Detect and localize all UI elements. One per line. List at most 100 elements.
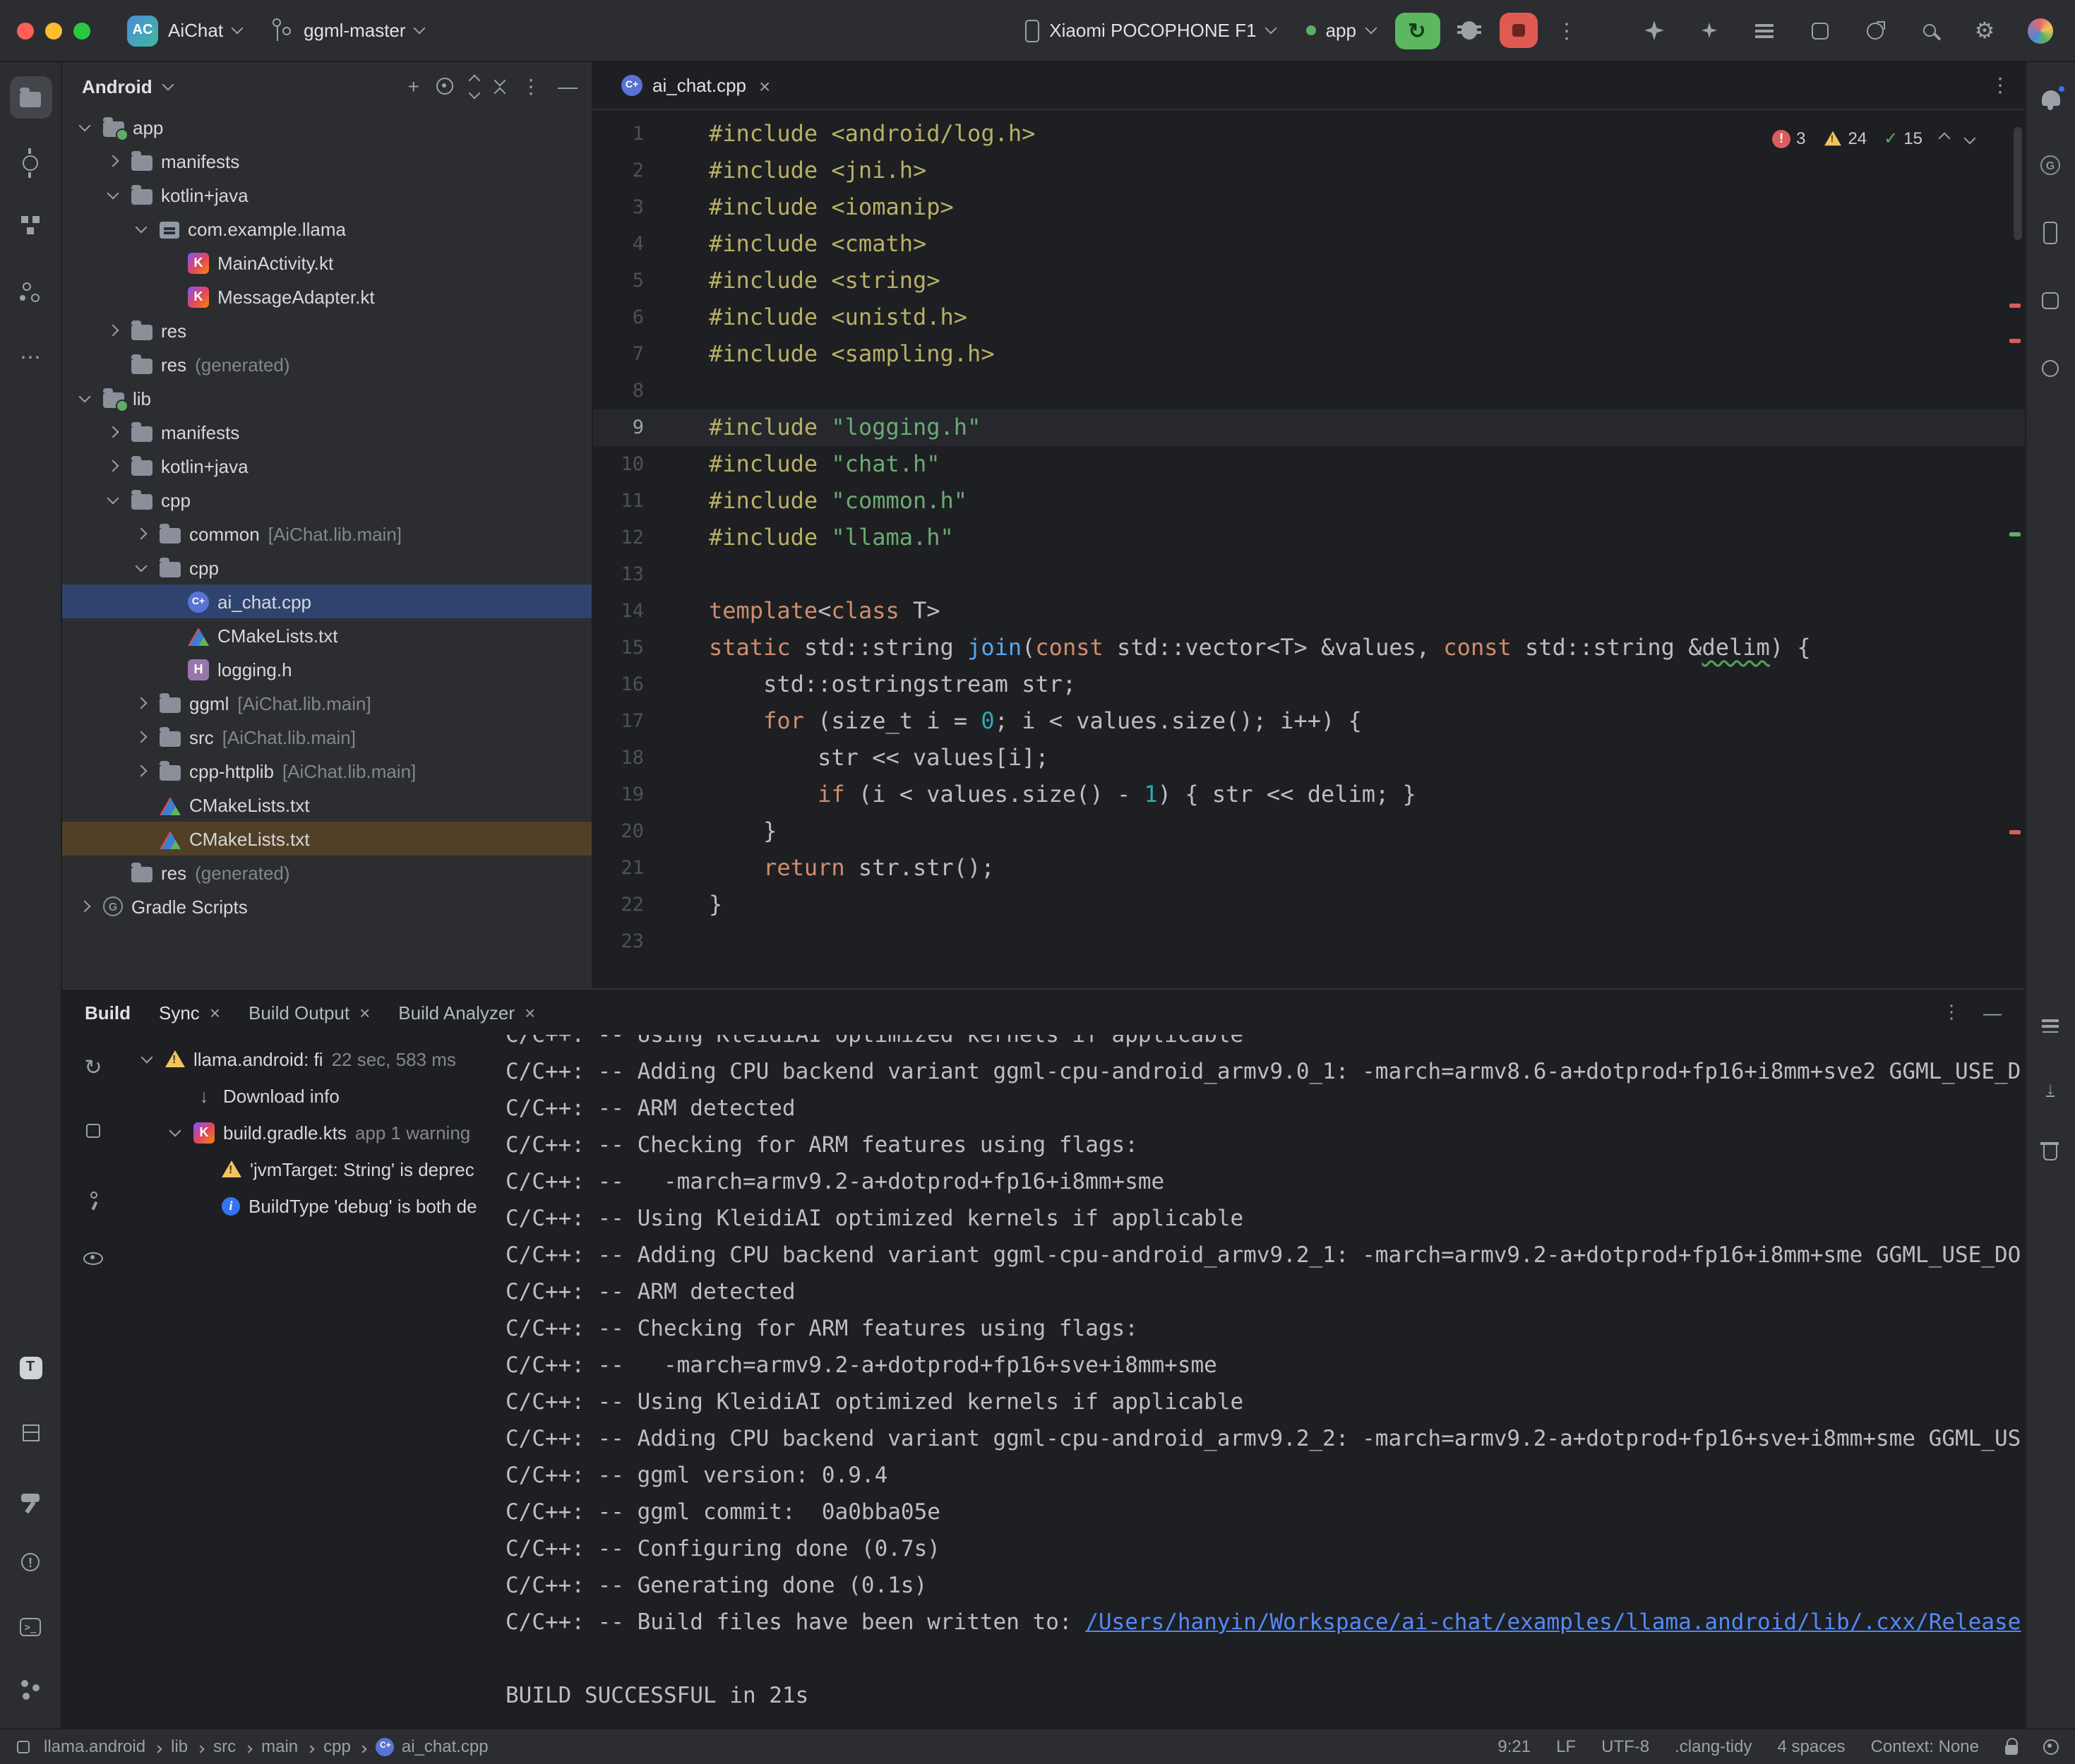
code-line[interactable]: 17 for (size_t i = 0; i < values.size();… xyxy=(593,703,2024,740)
breadcrumb-item[interactable]: src xyxy=(213,1736,236,1756)
project-tree-row[interactable]: CMakeLists.txt xyxy=(62,788,592,822)
maximize-window-button[interactable] xyxy=(73,22,90,39)
project-tree-row[interactable]: cpp-httplib[AiChat.lib.main] xyxy=(62,754,592,788)
chevron-down-icon[interactable] xyxy=(102,193,123,197)
soft-wrap-button[interactable] xyxy=(2029,1005,2071,1048)
breadcrumb-item[interactable]: cpp xyxy=(323,1736,351,1756)
code-line[interactable]: 22} xyxy=(593,887,2024,923)
project-tree-row[interactable]: cpp xyxy=(62,551,592,584)
project-tree-row[interactable]: manifests xyxy=(62,415,592,449)
code-line[interactable]: 23 xyxy=(593,923,2024,960)
run-configuration-selector[interactable]: app xyxy=(1295,14,1386,47)
todo-list-button[interactable] xyxy=(1746,12,1783,49)
settings-button[interactable]: ⚙ xyxy=(1966,12,2003,49)
build-tab-sync[interactable]: Sync× xyxy=(159,1002,220,1023)
search-everywhere-button[interactable] xyxy=(1911,12,1948,49)
editor-tab[interactable]: C+ ai_chat.cpp × xyxy=(607,62,784,109)
build-tree-row[interactable]: Kbuild.gradle.ktsapp 1 warning xyxy=(124,1114,497,1151)
warning-count[interactable]: 24 xyxy=(1822,120,1867,157)
breadcrumb-item[interactable]: llama.android xyxy=(17,1736,145,1756)
chevron-right-icon[interactable] xyxy=(102,462,123,470)
project-tree-row[interactable]: src[AiChat.lib.main] xyxy=(62,720,592,754)
pull-requests-tool-button[interactable] xyxy=(9,271,52,313)
rerun-sync-button[interactable]: ↻ xyxy=(72,1046,114,1088)
build-tab-build-output[interactable]: Build Output× xyxy=(249,1002,370,1023)
status-item[interactable]: 9:21 xyxy=(1497,1736,1531,1756)
error-mark[interactable] xyxy=(2009,338,2020,342)
project-tree-row[interactable]: res(generated) xyxy=(62,347,592,381)
minimize-window-button[interactable] xyxy=(45,22,62,39)
ai-actions-button[interactable] xyxy=(1636,12,1673,49)
project-tree-row[interactable]: KMainActivity.kt xyxy=(62,246,592,280)
terminal-tool-button[interactable]: >_ xyxy=(9,1606,52,1648)
status-item[interactable]: Context: None xyxy=(1871,1736,1979,1756)
stop-button[interactable] xyxy=(1499,13,1537,48)
project-tree-row[interactable]: kotlin+java xyxy=(62,178,592,212)
app-inspection-tool-button[interactable] xyxy=(9,1411,52,1453)
console-link[interactable]: /Users/hanyin/Workspace/ai-chat/examples… xyxy=(1085,1609,2021,1635)
chevron-down-icon[interactable] xyxy=(136,1057,157,1061)
device-selector[interactable]: Xiaomi POCOPHONE F1 xyxy=(1014,13,1286,47)
scrollbar-thumb[interactable] xyxy=(2013,127,2021,240)
chevron-down-icon[interactable] xyxy=(164,1130,185,1134)
notifications-button[interactable] xyxy=(2029,76,2071,119)
project-tree-row[interactable]: cpp xyxy=(62,483,592,517)
collapse-all-button[interactable] xyxy=(496,76,504,97)
project-tree-row[interactable]: kotlin+java xyxy=(62,449,592,483)
code-line[interactable]: 6#include <unistd.h> xyxy=(593,299,2024,336)
code-line[interactable]: 13 xyxy=(593,556,2024,593)
error-stripe[interactable] xyxy=(2004,110,2024,988)
project-tree-row[interactable]: lib xyxy=(62,381,592,415)
code-line[interactable]: 9#include "logging.h" xyxy=(593,409,2024,446)
build-tab-build-analyzer[interactable]: Build Analyzer× xyxy=(398,1002,535,1023)
more-tools-button[interactable]: ⋯ xyxy=(9,336,52,378)
ai-assistant-button[interactable] xyxy=(1691,12,1728,49)
device-manager-tool-button[interactable] xyxy=(2029,212,2071,254)
error-mark[interactable] xyxy=(2009,304,2020,308)
inspections-widget[interactable]: !3 24 ✓15 xyxy=(1764,117,1982,160)
close-icon[interactable]: × xyxy=(210,1002,220,1023)
profile-button[interactable] xyxy=(2021,12,2058,49)
code-editor[interactable]: 1#include <android/log.h>2#include <jni.… xyxy=(593,110,2024,988)
chevron-down-icon[interactable] xyxy=(73,396,95,400)
build-console[interactable]: C/C++: -- Using KleidiAI optimized kerne… xyxy=(497,1035,2024,1727)
panel-options-button[interactable]: ⋮ xyxy=(521,74,541,98)
clear-console-button[interactable] xyxy=(2029,1129,2071,1172)
chevron-right-icon[interactable] xyxy=(130,529,151,538)
chevron-down-icon[interactable] xyxy=(102,498,123,502)
stop-sync-button[interactable] xyxy=(72,1110,114,1152)
plugins-button[interactable] xyxy=(1801,12,1838,49)
error-mark[interactable] xyxy=(2009,830,2020,834)
prev-problem-button[interactable] xyxy=(1939,134,1948,143)
hide-panel-button[interactable]: — xyxy=(558,75,578,97)
chevron-down-icon[interactable] xyxy=(130,565,151,570)
breadcrumb-item[interactable]: main xyxy=(261,1736,298,1756)
breadcrumb-item[interactable]: lib xyxy=(171,1736,188,1756)
project-tree-row[interactable]: manifests xyxy=(62,144,592,178)
code-line[interactable]: 21 return str.str(); xyxy=(593,850,2024,887)
layout-inspector-tool-button[interactable] xyxy=(2029,280,2071,322)
project-view-mode[interactable]: Android xyxy=(82,76,153,97)
debug-button[interactable] xyxy=(1448,12,1490,49)
preview-button[interactable] xyxy=(72,1237,114,1279)
passed-count[interactable]: ✓15 xyxy=(1884,120,1922,157)
expand-all-button[interactable] xyxy=(470,76,479,97)
running-devices-tool-button[interactable]: T xyxy=(9,1346,52,1388)
locate-file-icon[interactable] xyxy=(436,78,453,95)
build-tree-row[interactable]: llama.android: fi22 sec, 583 ms xyxy=(124,1040,497,1077)
lock-icon[interactable] xyxy=(2004,1745,2017,1755)
editor-options-button[interactable]: ⋮ xyxy=(1990,73,2010,97)
status-item[interactable]: UTF-8 xyxy=(1601,1736,1649,1756)
code-line[interactable]: 14template<class T> xyxy=(593,593,2024,630)
code-line[interactable]: 8 xyxy=(593,373,2024,409)
project-tree-row[interactable]: CMakeLists.txt xyxy=(62,822,592,856)
project-tool-button[interactable] xyxy=(9,76,52,119)
code-line[interactable]: 20 } xyxy=(593,813,2024,850)
highlight-level-icon[interactable] xyxy=(2043,1739,2058,1754)
vcs-branch-widget[interactable]: ggml-master xyxy=(261,14,436,47)
status-item[interactable]: .clang-tidy xyxy=(1675,1736,1752,1756)
build-options-button[interactable]: ⋮ xyxy=(1942,1001,1961,1024)
chevron-down-icon[interactable] xyxy=(73,125,95,129)
build-tree-row[interactable]: ↓Download info xyxy=(124,1077,497,1114)
project-tree-row[interactable]: res xyxy=(62,313,592,347)
